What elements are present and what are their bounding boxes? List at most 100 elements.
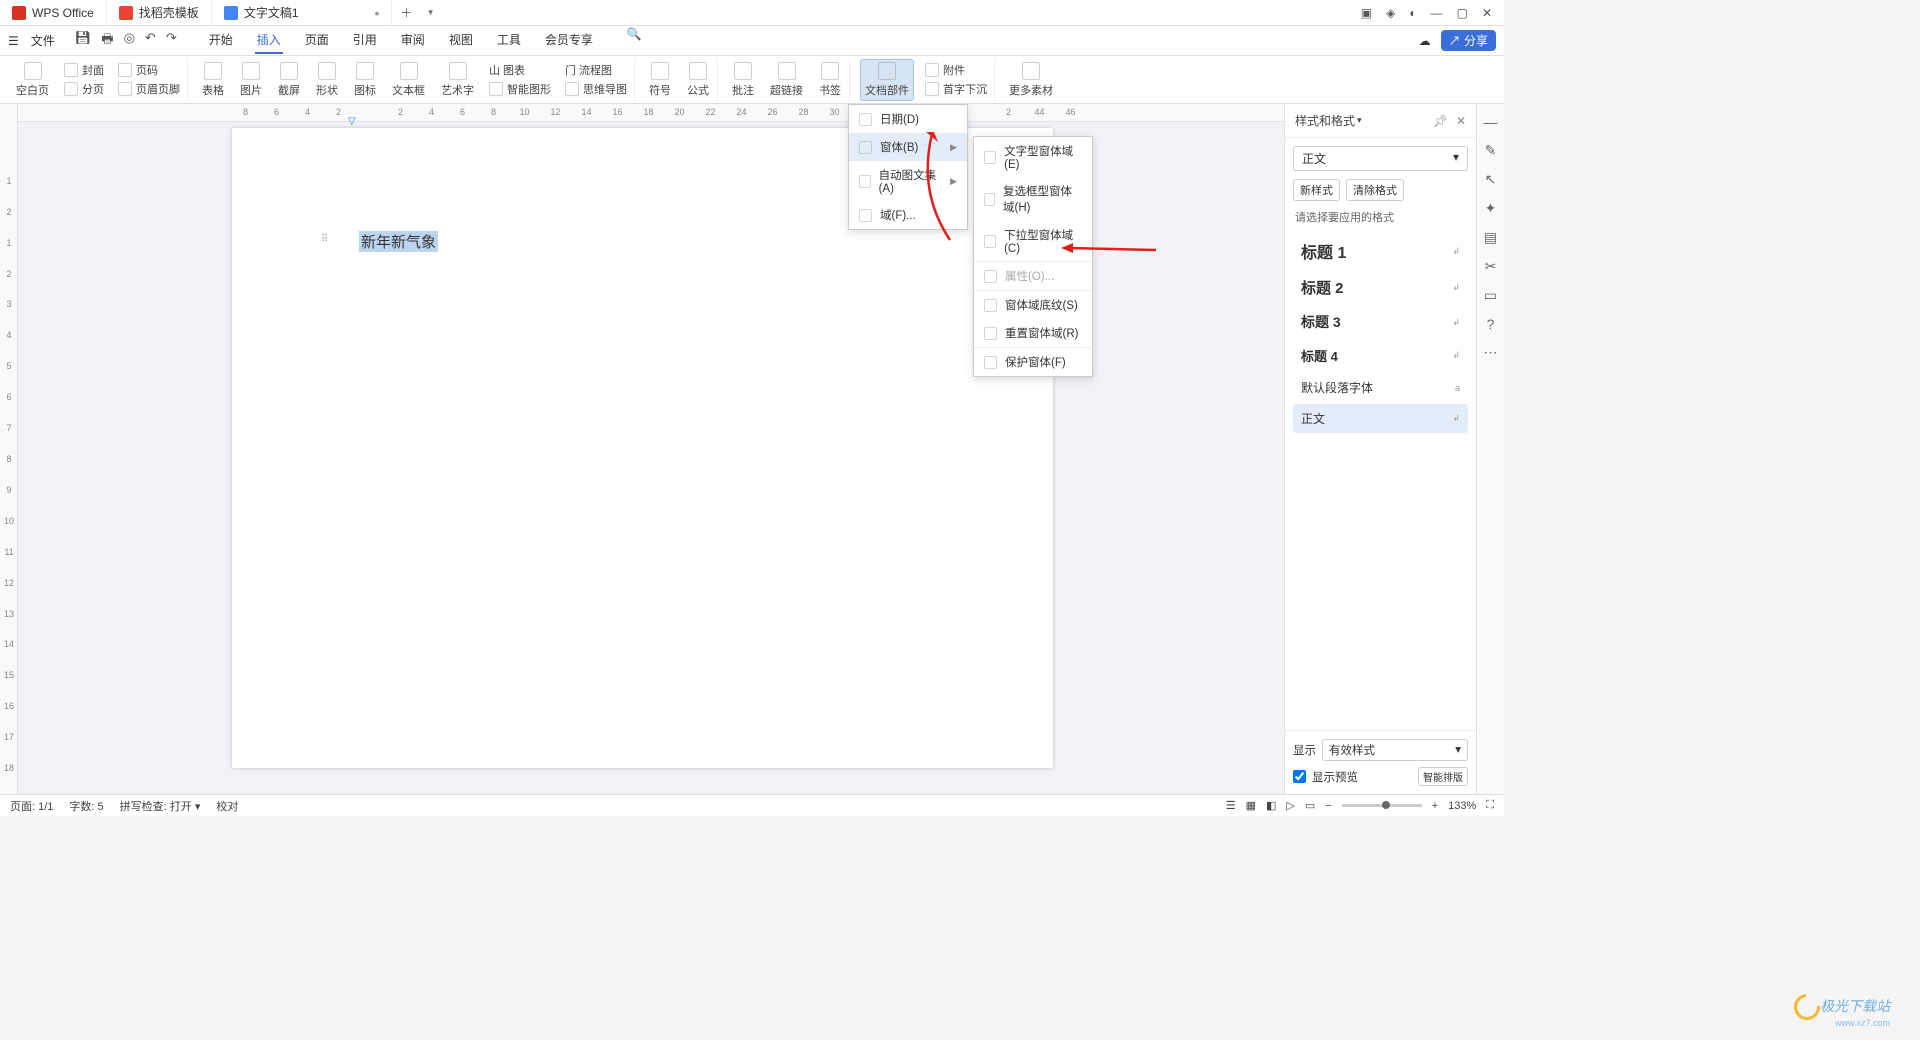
style-default-font[interactable]: 默认段落字体a: [1293, 373, 1468, 402]
doc-tab[interactable]: 文字文稿1•: [212, 0, 393, 26]
current-style-select[interactable]: 正文▾: [1293, 146, 1468, 171]
cursor-icon[interactable]: ↖: [1485, 171, 1497, 188]
read-icon[interactable]: ▭: [1484, 287, 1497, 304]
flowchart-button[interactable]: 门 流程图: [562, 61, 630, 79]
clear-format-button[interactable]: 清除格式: [1346, 179, 1404, 201]
style-heading4[interactable]: 标题 4↲: [1293, 340, 1468, 371]
menu-autotext[interactable]: 自动图文集(A)▶: [849, 161, 967, 201]
show-select[interactable]: 有效样式▾: [1322, 739, 1468, 761]
menu-checkbox[interactable]: 复选框型窗体域(H): [974, 177, 1092, 221]
dropcap-button[interactable]: 首字下沉: [922, 80, 990, 98]
save-icon[interactable]: 💾︎: [75, 30, 92, 52]
zoom-value[interactable]: 133%: [1448, 800, 1476, 812]
search-icon[interactable]: 🔍: [627, 27, 642, 54]
close-button[interactable]: ✕: [1482, 6, 1492, 20]
mindmap-button[interactable]: 思维导图: [562, 80, 630, 98]
pin-icon[interactable]: 📌︎: [1433, 114, 1448, 128]
menu-dropdown-field[interactable]: 下拉型窗体域(C): [974, 221, 1092, 261]
tab-dropdown[interactable]: ▾: [420, 7, 441, 18]
smart-layout-button[interactable]: 智能排版: [1418, 767, 1468, 786]
redo-icon[interactable]: ↷: [166, 30, 177, 52]
blankpage-button[interactable]: 空白页: [12, 60, 53, 100]
preview-icon[interactable]: ◎: [124, 30, 135, 52]
cover-button[interactable]: 封面: [61, 61, 107, 79]
new-style-button[interactable]: 新样式: [1293, 179, 1340, 201]
textbox-button[interactable]: 文本框: [388, 60, 429, 100]
pagenum-button[interactable]: 页码: [115, 61, 183, 79]
shape-button[interactable]: 形状: [312, 60, 342, 100]
pencil-icon[interactable]: ✎: [1485, 142, 1497, 159]
file-menu[interactable]: 文件: [23, 30, 63, 51]
tab-tools[interactable]: 工具: [495, 27, 523, 54]
equation-button[interactable]: 公式: [683, 60, 713, 100]
sparkle-icon[interactable]: ✦: [1485, 200, 1497, 217]
collapse-icon[interactable]: —: [1484, 114, 1498, 130]
style-heading2[interactable]: 标题 2↲: [1293, 271, 1468, 304]
fit-icon[interactable]: ⛶: [1486, 799, 1494, 812]
attachment-button[interactable]: 附件: [922, 61, 990, 79]
menu-shading[interactable]: 窗体域底纹(S): [974, 290, 1092, 319]
menu-date[interactable]: 日期(D): [849, 105, 967, 133]
share-button[interactable]: ↗ 分享: [1441, 30, 1496, 51]
page-status[interactable]: 页面: 1/1: [10, 798, 53, 814]
menu-textfield[interactable]: 文字型窗体域(E): [974, 137, 1092, 177]
hamburger-icon[interactable]: ☰: [8, 34, 19, 48]
bookmark-button[interactable]: 书签: [815, 60, 845, 100]
tab-reference[interactable]: 引用: [351, 27, 379, 54]
proof-status[interactable]: 校对: [216, 798, 238, 814]
menu-reset[interactable]: 重置窗体域(R): [974, 319, 1092, 347]
tab-page[interactable]: 页面: [303, 27, 331, 54]
canvas[interactable]: 8642 246 8101214 16182022 24262830 32 24…: [18, 104, 1284, 794]
headerfooter-button[interactable]: 页眉页脚: [115, 80, 183, 98]
zoom-in-button[interactable]: +: [1432, 800, 1438, 812]
view-layout1-icon[interactable]: ☰: [1226, 799, 1236, 812]
print-icon[interactable]: 🖶: [101, 30, 113, 52]
table-button[interactable]: 表格: [198, 60, 228, 100]
app-tab[interactable]: WPS Office: [0, 0, 107, 26]
tab-member[interactable]: 会员专享: [543, 27, 595, 54]
view-layout2-icon[interactable]: ▦: [1246, 799, 1256, 812]
avatar-icon[interactable]: ◐: [1409, 6, 1416, 20]
close-panel-icon[interactable]: ✕: [1456, 114, 1466, 128]
undo-icon[interactable]: ↶: [145, 30, 156, 52]
maximize-button[interactable]: ▢: [1457, 6, 1468, 20]
selected-text[interactable]: 新年新气象: [359, 231, 438, 252]
pagebreak-button[interactable]: 分页: [61, 80, 107, 98]
panel-icon[interactable]: ▣: [1361, 6, 1372, 20]
book-icon[interactable]: ▤: [1484, 229, 1497, 246]
comment-button[interactable]: 批注: [728, 60, 758, 100]
picture-button[interactable]: 图片: [236, 60, 266, 100]
menu-form[interactable]: 窗体(B)▶: [849, 133, 967, 161]
zoom-slider[interactable]: [1342, 804, 1422, 807]
minimize-button[interactable]: —: [1431, 6, 1443, 20]
cloud-icon[interactable]: ☁: [1419, 34, 1431, 48]
help-icon[interactable]: ?: [1487, 316, 1495, 332]
view-layout3-icon[interactable]: ◧: [1266, 799, 1276, 812]
tab-view[interactable]: 视图: [447, 27, 475, 54]
screenshot-button[interactable]: 截屏: [274, 60, 304, 100]
ruler-indent-marker[interactable]: ▽: [348, 116, 356, 127]
template-tab[interactable]: 找稻壳模板: [107, 0, 212, 26]
tab-home[interactable]: 开始: [207, 27, 235, 54]
view-layout5-icon[interactable]: ▭: [1305, 799, 1315, 812]
tab-close-icon[interactable]: •: [375, 5, 380, 21]
smartart-button[interactable]: 智能图形: [486, 80, 554, 98]
zoom-out-button[interactable]: −: [1325, 800, 1331, 812]
chart-button[interactable]: 山 图表: [486, 61, 554, 79]
menu-protect[interactable]: 保护窗体(F): [974, 347, 1092, 376]
style-body[interactable]: 正文↲: [1293, 404, 1468, 433]
new-tab-button[interactable]: ＋: [392, 4, 420, 21]
spellcheck-status[interactable]: 拼写检查: 打开 ▾: [120, 798, 201, 814]
style-heading3[interactable]: 标题 3↲: [1293, 306, 1468, 338]
wordart-button[interactable]: 艺术字: [437, 60, 478, 100]
cube-icon[interactable]: ◈: [1386, 6, 1395, 20]
paragraph-handle[interactable]: ⠿: [321, 234, 326, 245]
docparts-button[interactable]: 文档部件: [860, 59, 914, 101]
more-assets-button[interactable]: 更多素材: [1005, 60, 1057, 100]
preview-checkbox[interactable]: [1293, 770, 1306, 783]
tools-icon[interactable]: ✂: [1485, 258, 1497, 275]
style-heading1[interactable]: 标题 1↲: [1293, 233, 1468, 269]
view-layout4-icon[interactable]: ▷: [1286, 799, 1294, 812]
tab-review[interactable]: 审阅: [399, 27, 427, 54]
tab-insert[interactable]: 插入: [255, 27, 283, 54]
